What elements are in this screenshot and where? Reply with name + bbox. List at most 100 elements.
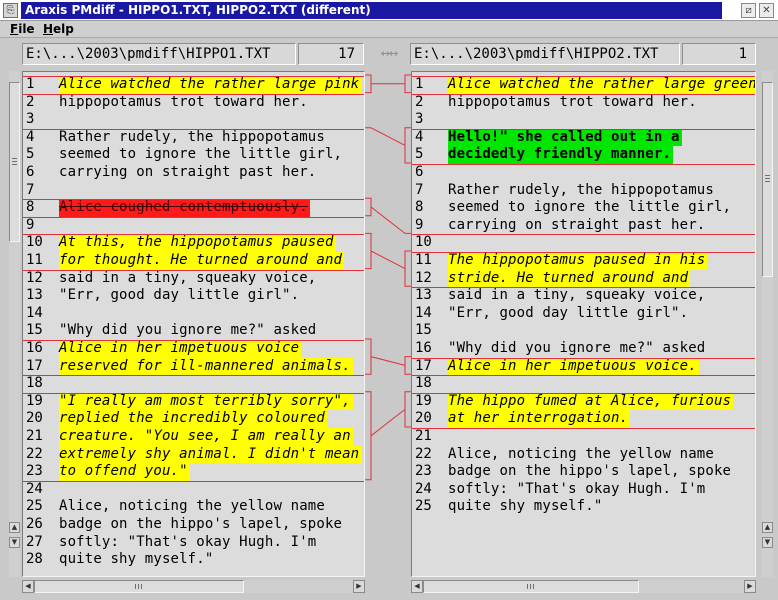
arrow-left-icon[interactable]: ◀ <box>22 580 34 593</box>
line-number: 19 <box>415 392 432 409</box>
line-number: 15 <box>415 322 432 339</box>
line-number: 5 <box>26 146 35 163</box>
left-horizontal-scrollbar[interactable]: ◀ ▶ <box>22 580 365 593</box>
line-text: "Err, good day little girl". <box>59 287 300 304</box>
diff-connector-line <box>370 206 406 234</box>
diff-block-rule <box>23 128 364 130</box>
text-line: 27 softly: "That's okay Hugh. I'm <box>23 534 364 552</box>
diff-block-rule <box>412 392 755 394</box>
line-number: 27 <box>26 533 43 550</box>
swap-arrows-icon[interactable]: ↔↔ <box>378 45 400 63</box>
text-line: 13 said in a tiny, squeaky voice, <box>412 287 755 305</box>
line-number: 20 <box>26 410 43 427</box>
line-text: Rather rudely, the hippopotamus <box>448 181 714 198</box>
diff-left-bracket <box>365 232 372 270</box>
line-text: decidedly friendly manner. <box>448 146 674 164</box>
close-icon[interactable]: ✕ <box>759 3 774 18</box>
line-number: 25 <box>415 498 432 515</box>
line-text: carrying on straight past her. <box>448 216 706 233</box>
text-line: 17 Alice in her impetuous voice. <box>412 357 755 376</box>
line-text: carrying on straight past her. <box>59 164 317 180</box>
line-text: Alice in her impetuous voice. <box>448 357 699 376</box>
line-text: creature. "You see, I am really an <box>59 428 353 446</box>
line-number: 21 <box>26 428 43 444</box>
menu-file-rest: ile <box>18 22 35 36</box>
line-text: Alice, noticing the yellow name <box>448 445 714 462</box>
app-icon[interactable]: ⎘ <box>3 3 18 18</box>
line-number: 9 <box>26 216 35 233</box>
menu-file[interactable]: File <box>10 22 35 37</box>
line-number: 14 <box>415 304 432 321</box>
line-text: to offend you." <box>59 463 190 481</box>
menu-help[interactable]: Help <box>43 22 74 37</box>
line-number: 22 <box>26 445 43 462</box>
text-line: 9 <box>23 217 364 235</box>
menu-help-rest: elp <box>53 22 74 36</box>
line-number: 10 <box>26 234 43 251</box>
diff-block-rule <box>412 357 755 359</box>
arrow-right-icon[interactable]: ▶ <box>353 580 365 593</box>
arrow-down-icon[interactable]: ▼ <box>762 537 773 548</box>
line-text: seemed to ignore the little girl, <box>59 146 343 163</box>
right-diff-count: 1 <box>682 43 756 65</box>
line-number: 8 <box>26 199 35 216</box>
line-text: badge on the hippo's lapel, spoke <box>448 463 732 480</box>
diff-block-rule <box>412 234 755 236</box>
diff-left-bracket <box>365 74 372 94</box>
line-text: Alice in her impetuous voice <box>59 340 302 358</box>
left-text-pane[interactable]: 1 Alice watched the rather large pink 2 hip… <box>22 71 365 577</box>
text-line: 16 "Why did you ignore me?" asked <box>412 340 755 358</box>
right-file-path: E:\...\2003\pmdiff\HIPPO2.TXT <box>410 43 680 65</box>
right-vscroll-thumb[interactable] <box>762 82 773 277</box>
right-horizontal-scrollbar[interactable]: ◀ ▶ <box>411 580 756 593</box>
diff-block-rule <box>23 234 364 236</box>
text-line: 18 <box>23 375 364 393</box>
text-line: 12 said in a tiny, squeaky voice, <box>23 270 364 288</box>
line-text: replied the incredibly coloured <box>59 410 327 428</box>
line-text: seemed to ignore the little girl, <box>448 199 732 216</box>
diff-connector-line <box>370 250 406 270</box>
minimize-icon[interactable]: ⧄ <box>741 3 756 18</box>
menu-help-mnemonic: H <box>43 22 54 36</box>
diff-block-rule <box>412 164 755 165</box>
line-number: 28 <box>26 551 43 568</box>
left-vscroll-thumb[interactable] <box>9 82 20 242</box>
text-line: 17 reserved for ill-mannered animals. <box>23 357 364 376</box>
left-hscroll-thumb[interactable] <box>34 580 244 593</box>
diff-block-rule <box>23 269 364 271</box>
text-line: 11 The hippopotamus paused in his <box>412 252 755 270</box>
left-vertical-scrollbar[interactable]: ▲ ▼ <box>9 71 20 577</box>
arrow-left-icon[interactable]: ◀ <box>411 580 423 593</box>
text-line: 19 "I really am most terribly sorry", <box>23 392 364 411</box>
line-text: quite shy myself." <box>448 498 603 515</box>
line-text: Alice, noticing the yellow name <box>59 498 325 515</box>
line-number: 18 <box>26 375 43 392</box>
line-number: 17 <box>415 357 432 374</box>
line-text: hippopotamus trot toward her. <box>448 93 697 110</box>
text-line: 12 stride. He turned around and <box>412 269 755 288</box>
text-line: 4 Hello!" she called out in a <box>412 128 755 147</box>
diff-block-rule <box>23 480 364 482</box>
arrow-right-icon[interactable]: ▶ <box>744 580 756 593</box>
text-line: 4 Rather rudely, the hippopotamus <box>23 129 364 147</box>
text-line: 9 carrying on straight past her. <box>412 217 755 235</box>
line-text: The hippo fumed at Alice, furious <box>448 392 734 411</box>
diff-connector-line <box>370 356 406 366</box>
arrow-up-icon[interactable]: ▲ <box>762 522 773 533</box>
arrow-down-icon[interactable]: ▼ <box>9 537 20 548</box>
right-vertical-scrollbar[interactable]: ▲ ▼ <box>762 71 773 577</box>
diff-block-rule <box>412 128 755 130</box>
line-number: 3 <box>415 111 424 128</box>
right-hscroll-thumb[interactable] <box>423 580 639 593</box>
line-text: extremely shy animal. I didn't mean <box>59 445 362 464</box>
text-line: 1 Alice watched the rather large green <box>412 76 755 94</box>
window-title: Araxis PMdiff - HIPPO1.TXT, HIPPO2.TXT (… <box>21 2 722 19</box>
diff-block-rule <box>412 428 755 429</box>
right-text-pane[interactable]: 1 Alice watched the rather large green 2 hi… <box>411 71 756 577</box>
arrow-up-icon[interactable]: ▲ <box>9 522 20 533</box>
text-line: 6 <box>412 164 755 182</box>
text-line: 1 Alice watched the rather large pink <box>23 76 364 94</box>
line-text: Alice watched the rather large green <box>448 76 755 94</box>
line-number: 8 <box>415 199 424 216</box>
line-number: 12 <box>415 269 432 286</box>
